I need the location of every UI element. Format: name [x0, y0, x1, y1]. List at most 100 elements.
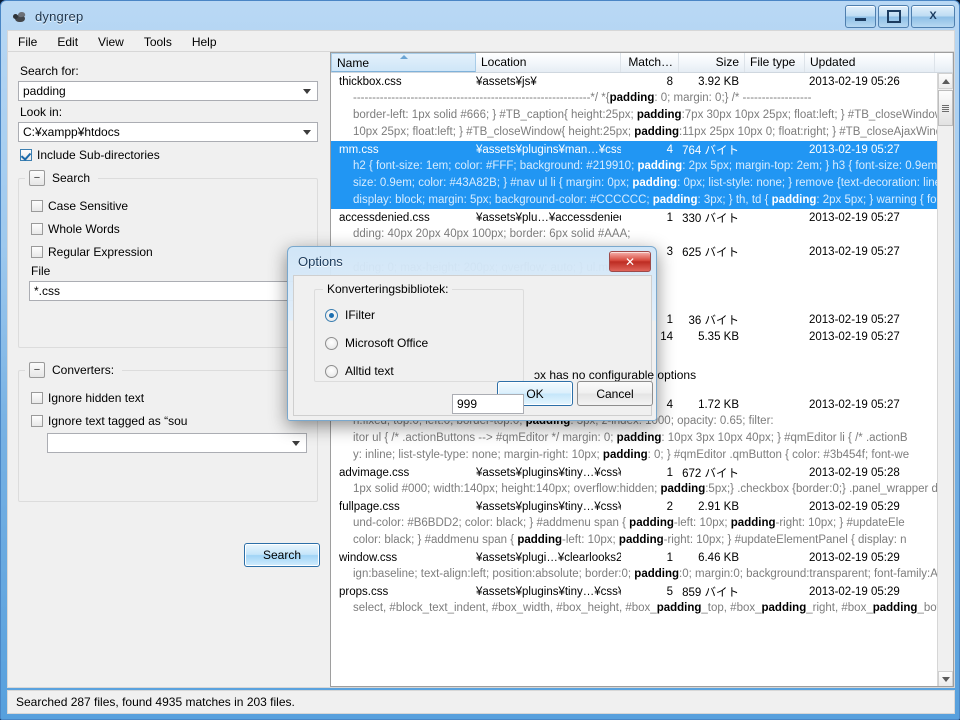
search-for-combo[interactable]: padding	[18, 81, 318, 101]
cell-location: ¥assets¥plugins¥man…¥css¥	[476, 143, 621, 156]
table-row[interactable]: window.css ¥assets¥plugi…¥clearlooks2¥ 1 6.…	[331, 549, 937, 566]
match-preview-line[interactable]: dding: 40px 20px 40px 100px; border: 6px…	[331, 226, 937, 243]
cancel-button[interactable]: Cancel	[577, 381, 653, 406]
match-preview-line[interactable]: display: block; margin: 5px; background-…	[331, 192, 937, 209]
menu-item-help[interactable]: Help	[182, 33, 227, 51]
scroll-up-button[interactable]	[938, 73, 953, 89]
dialog-note-text: ɔx has no configurable options	[534, 368, 697, 382]
cell-name: fullpage.css	[339, 500, 400, 513]
minimize-icon	[855, 18, 866, 21]
table-row[interactable]: mm.css ¥assets¥plugins¥man…¥css¥ 4 764 バイト 2…	[331, 141, 937, 158]
column-header-location-label: Location	[481, 55, 527, 69]
status-text: Searched 287 files, found 4935 matches i…	[16, 695, 295, 709]
search-for-label: Search for:	[20, 64, 79, 78]
menu-item-edit[interactable]: Edit	[47, 33, 88, 51]
look-in-combo[interactable]: C:¥xampp¥htdocs	[18, 122, 318, 142]
include-subdirectories-label: Include Sub-directories	[37, 148, 160, 162]
cell-size: 2.91 KB	[698, 500, 739, 513]
match-preview-line[interactable]: border-left: 1px solid #666; } #TB_capti…	[331, 107, 937, 124]
case-sensitive-label: Case Sensitive	[48, 199, 129, 213]
cell-updated: 2013-02-19 05:29	[809, 585, 900, 598]
whole-words-label: Whole Words	[48, 222, 120, 236]
file-mask-value: *.css	[34, 284, 61, 298]
ignore-hidden-text-checkbox[interactable]: Ignore hidden text	[31, 391, 307, 405]
match-preview-line[interactable]: 1px solid #000; width:140px; height:140p…	[331, 481, 937, 498]
cell-size: 330 バイト	[682, 212, 739, 225]
menu-item-tools[interactable]: Tools	[134, 33, 182, 51]
title-bar: dyngrep X	[1, 1, 960, 32]
match-preview-line[interactable]: h2 { font-size: 1em; color: #FFF; backgr…	[331, 158, 937, 175]
match-preview-line[interactable]: ----------------------------------------…	[331, 90, 937, 107]
search-options-panel: Search for: padding Look in: C:¥xampp¥ht…	[8, 52, 328, 687]
menu-item-view[interactable]: View	[88, 33, 134, 51]
radio-ifilter[interactable]: IFilter	[325, 308, 523, 322]
match-preview-line[interactable]: ign:baseline; text-align:left; position:…	[331, 566, 937, 583]
cell-size: 672 バイト	[682, 467, 739, 480]
radio-icon	[325, 336, 338, 350]
search-button[interactable]: Search	[244, 543, 320, 567]
column-header-filetype-label: File type	[750, 55, 796, 69]
minimize-button[interactable]	[845, 5, 876, 28]
close-button[interactable]: X	[911, 5, 955, 28]
match-preview-line[interactable]: y: inline; list-style-type: none; margin…	[331, 447, 937, 464]
scroll-down-button[interactable]	[938, 671, 953, 686]
match-preview-line[interactable]: und-color: #B6BDD2; color: black; } #add…	[331, 515, 937, 532]
table-row[interactable]: props.css ¥assets¥plugins¥tiny…¥css¥ 5 859 …	[331, 583, 937, 600]
column-header-size[interactable]: Size	[679, 53, 745, 72]
collapse-icon[interactable]: −	[29, 362, 45, 378]
match-preview-line[interactable]: itor ul { /* .actionButtons --> #qmEdito…	[331, 430, 937, 447]
column-header-filetype[interactable]: File type	[745, 53, 805, 72]
cell-matches: 1	[666, 551, 673, 564]
column-header-updated-label: Updated	[810, 55, 856, 69]
converters-group: − Converters: Ignore hidden text Ignore …	[18, 362, 318, 502]
converters-group-header: − Converters:	[25, 362, 123, 378]
case-sensitive-checkbox[interactable]: Case Sensitive	[31, 199, 307, 213]
ignore-hidden-text-label: Ignore hidden text	[48, 391, 145, 405]
include-subdirectories-checkbox[interactable]: Include Sub-directories	[20, 148, 318, 162]
column-header-size-label: Size	[715, 55, 739, 69]
cell-size: 625 バイト	[682, 246, 739, 259]
radio-microsoft-office[interactable]: Microsoft Office	[325, 336, 523, 350]
collapse-icon[interactable]: −	[29, 170, 45, 186]
results-vertical-scrollbar[interactable]	[937, 73, 953, 686]
column-header-name[interactable]: Name	[331, 53, 476, 72]
chevron-down-icon	[303, 130, 311, 135]
converters-group-title: Converters:	[52, 363, 115, 377]
table-row[interactable]: fullpage.css ¥assets¥plugins¥tiny…¥css¥ 2 2…	[331, 498, 937, 515]
ignore-tagged-text-checkbox[interactable]: Ignore text tagged as “sou	[31, 414, 307, 428]
dialog-close-button[interactable]: ✕	[609, 251, 651, 272]
converter-combo[interactable]	[47, 433, 307, 453]
caret-up-icon	[941, 78, 950, 84]
cell-updated: 2013-02-19 05:29	[809, 500, 900, 513]
scrollbar-thumb[interactable]	[938, 90, 953, 126]
radio-icon	[325, 364, 338, 378]
table-row[interactable]: advimage.css ¥assets¥plugins¥tiny…¥css¥ 1 6…	[331, 464, 937, 481]
file-mask-input[interactable]: *.css	[29, 281, 307, 301]
match-preview-line[interactable]: color: black; } #addmenu span { padding-…	[331, 532, 937, 549]
table-row[interactable]: thickbox.css ¥assets¥js¥ 8 3.92 KB 2013-02-1…	[331, 73, 937, 90]
cell-name: props.css	[339, 585, 389, 598]
chevron-down-icon	[303, 89, 311, 94]
maximize-button[interactable]	[878, 5, 909, 28]
table-row[interactable]: accessdenied.css ¥assets¥plu…¥accessdenie…	[331, 209, 937, 226]
match-preview-line[interactable]: select, #block_text_indent, #box_width, …	[331, 600, 937, 617]
cell-size: 764 バイト	[682, 144, 739, 157]
radio-alltid-text[interactable]: Alltid text	[325, 364, 523, 378]
menu-item-file[interactable]: File	[8, 33, 47, 51]
number-input[interactable]: 999	[452, 394, 524, 414]
search-group-title: Search	[52, 171, 91, 185]
column-header-updated[interactable]: Updated	[805, 53, 935, 72]
match-preview-line[interactable]: 10px 25px; float:left; } #TB_closeWindow…	[331, 124, 937, 141]
checkbox-icon	[31, 392, 43, 404]
column-header-matches[interactable]: Match…	[621, 53, 679, 72]
cell-matches: 1	[666, 466, 673, 479]
cell-size: 5.35 KB	[698, 330, 739, 343]
cell-name: mm.css	[339, 143, 379, 156]
match-preview-line[interactable]: size: 0.9em; color: #43A82B; } #nav ul l…	[331, 175, 937, 192]
regular-expression-checkbox[interactable]: Regular Expression	[31, 245, 307, 259]
checkbox-icon	[20, 149, 32, 161]
chevron-down-icon	[292, 441, 300, 446]
cell-location: ¥assets¥plugins¥tiny…¥css¥	[476, 500, 621, 513]
column-header-location[interactable]: Location	[476, 53, 621, 72]
whole-words-checkbox[interactable]: Whole Words	[31, 222, 307, 236]
